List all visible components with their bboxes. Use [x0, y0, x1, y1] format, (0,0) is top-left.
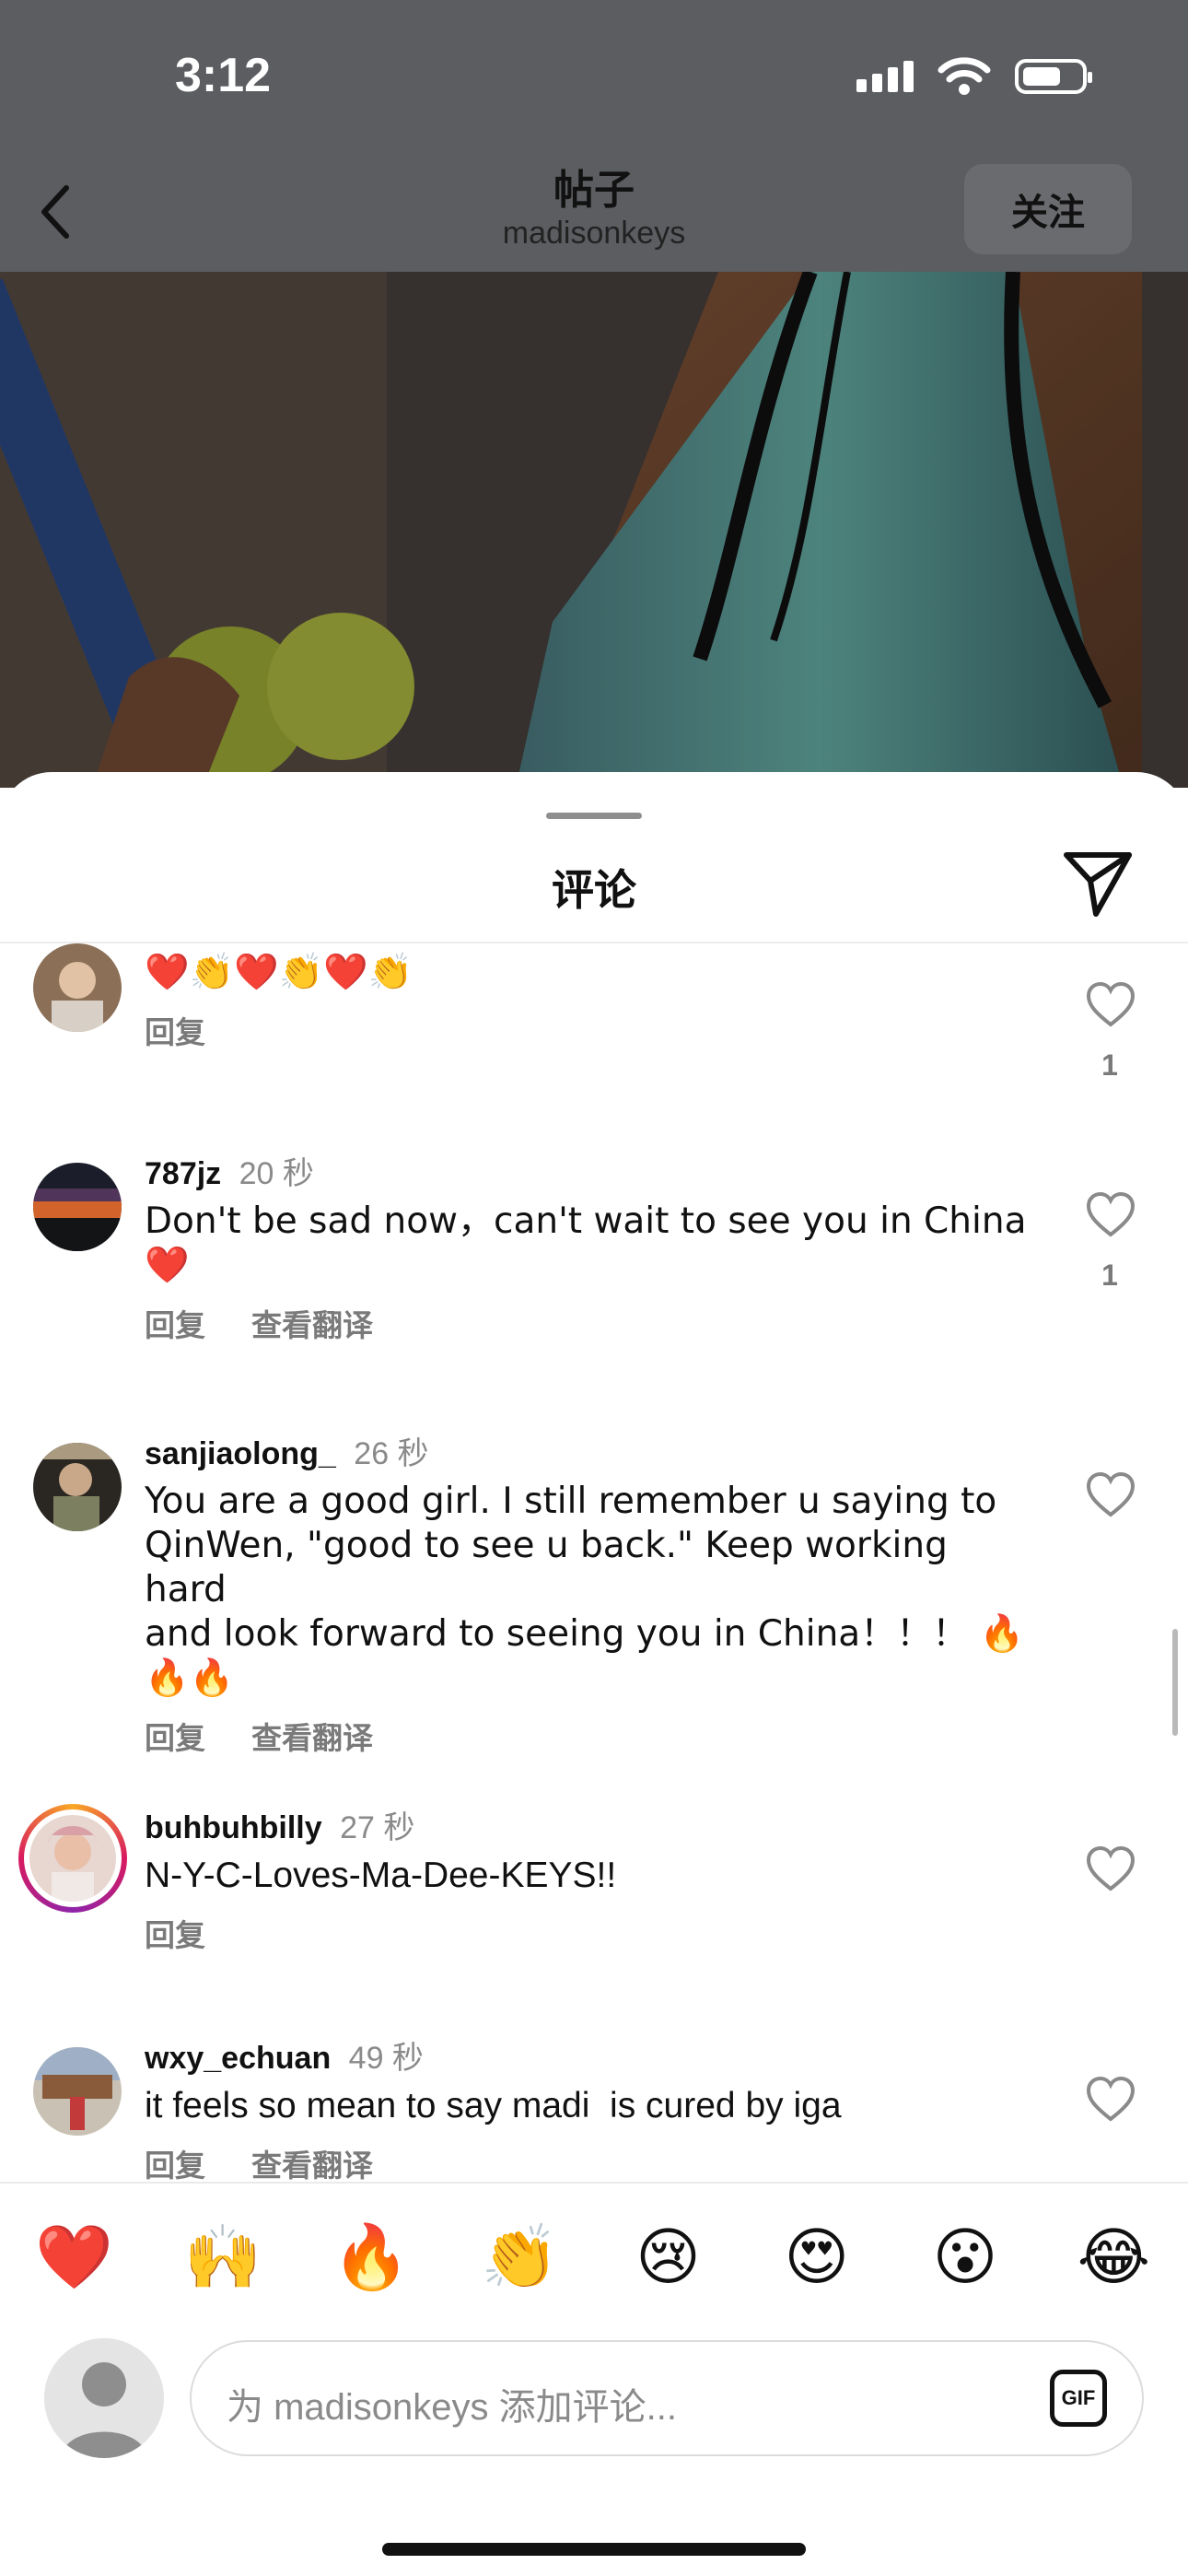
comment-text: You are a good girl. I still remember u …: [145, 1481, 1025, 1699]
comment-time: 27 秒: [340, 1810, 415, 1845]
see-translation-button[interactable]: 查看翻译: [251, 2141, 373, 2184]
signal-icon: [856, 61, 914, 92]
comment-text: Don't be sad now，can't wait to see you i…: [145, 1200, 1027, 1286]
reaction-clap[interactable]: 👏: [464, 2220, 575, 2294]
home-indicator[interactable]: [382, 2543, 806, 2556]
heart-outline-icon[interactable]: [1085, 2075, 1136, 2126]
quick-reactions-bar: ❤️ 🙌 🔥 👏 😢 😍 😮 😂: [0, 2211, 1188, 2303]
comment-username[interactable]: sanjiaolong_: [145, 1436, 336, 1471]
heart-outline-icon[interactable]: [1085, 1190, 1136, 1242]
reaction-raising-hands[interactable]: 🙌: [168, 2220, 278, 2294]
reaction-surprised[interactable]: 😮: [910, 2221, 1020, 2294]
avatar[interactable]: [33, 2047, 122, 2136]
sheet-drag-handle[interactable]: [546, 813, 642, 819]
heart-outline-icon[interactable]: [1085, 1844, 1136, 1896]
comment-actions: 回复: [145, 1911, 1029, 1955]
comment-header: wxy_echuan 49 秒: [145, 2040, 1029, 2077]
reaction-heart-eyes[interactable]: 😍: [762, 2221, 872, 2294]
see-translation-button[interactable]: 查看翻译: [251, 1301, 373, 1345]
reaction-divider: [0, 2182, 1188, 2184]
like-count: 1: [1101, 1048, 1118, 1082]
comment-list[interactable]: ❤️👏❤️👏❤️👏 回复 1 787jz 20 秒 Don't be sad n…: [0, 943, 1188, 2184]
comment-header: 787jz 20 秒: [145, 1155, 1029, 1192]
comment-actions: 回复 查看翻译: [145, 2141, 1029, 2184]
comment-composer: 为 madisonkeys 添加评论... GIF: [44, 2338, 1144, 2460]
comment-input-placeholder: 为 madisonkeys 添加评论...: [227, 2387, 678, 2428]
comment-actions: 回复: [145, 1008, 1029, 1052]
comments-sheet: 评论 ❤️👏❤️👏❤️👏 回复 1 787jz 20 秒 Don't be sa…: [0, 772, 1188, 2576]
see-translation-button[interactable]: 查看翻译: [251, 1714, 373, 1758]
comment-input[interactable]: 为 madisonkeys 添加评论... GIF: [190, 2340, 1144, 2456]
like-count: 1: [1101, 1259, 1118, 1292]
heart-outline-icon[interactable]: [1085, 980, 1136, 1032]
gif-button[interactable]: GIF: [1050, 2370, 1107, 2427]
paper-plane-icon[interactable]: [1059, 844, 1136, 921]
reply-button[interactable]: 回复: [145, 1008, 205, 1052]
comment-time: 20 秒: [239, 1156, 314, 1191]
battery-icon: [1015, 59, 1092, 94]
comment-header: buhbuhbilly 27 秒: [145, 1809, 1029, 1846]
follow-button[interactable]: 关注: [964, 164, 1132, 254]
reply-button[interactable]: 回复: [145, 1911, 205, 1955]
reaction-crying[interactable]: 😢: [613, 2221, 724, 2294]
comment-text: it feels so mean to say madi is cured by…: [145, 2086, 842, 2125]
heart-outline-icon[interactable]: [1085, 1470, 1136, 1522]
status-time: 3:12: [175, 49, 272, 102]
comment-username[interactable]: 787jz: [145, 1156, 221, 1191]
comment-text: ❤️👏❤️👏❤️👏: [145, 952, 413, 993]
reply-button[interactable]: 回复: [145, 2141, 205, 2184]
comment-actions: 回复 查看翻译: [145, 1301, 1029, 1345]
default-user-icon: [44, 2338, 164, 2458]
comment-text: N-Y-C-Loves-Ma-Dee-KEYS!!: [145, 1856, 617, 1895]
scrollbar[interactable]: [1172, 1629, 1178, 1736]
avatar[interactable]: [33, 943, 122, 1032]
comment-actions: 回复 查看翻译: [145, 1714, 1029, 1758]
reaction-heart[interactable]: ❤️: [19, 2220, 130, 2294]
photo-dim-overlay: [0, 272, 1188, 788]
wifi-icon: [938, 57, 991, 95]
reaction-fire[interactable]: 🔥: [316, 2220, 426, 2294]
reaction-laughing[interactable]: 😂: [1058, 2221, 1169, 2294]
avatar: [44, 2338, 164, 2458]
comment-time: 26 秒: [354, 1436, 429, 1471]
avatar[interactable]: [33, 1163, 122, 1251]
reply-button[interactable]: 回复: [145, 1301, 205, 1345]
comment-header: sanjiaolong_ 26 秒: [145, 1435, 1029, 1472]
post-photo: [0, 272, 1188, 788]
avatar: [29, 1815, 116, 1902]
reply-button[interactable]: 回复: [145, 1714, 205, 1758]
comment-username[interactable]: wxy_echuan: [145, 2041, 331, 2076]
status-icons: [856, 57, 1092, 96]
comment-username[interactable]: buhbuhbilly: [145, 1810, 322, 1845]
avatar[interactable]: [33, 1443, 122, 1531]
comment-time: 49 秒: [348, 2041, 424, 2076]
story-ring-avatar[interactable]: [18, 1804, 127, 1913]
sheet-title: 评论: [552, 866, 636, 914]
